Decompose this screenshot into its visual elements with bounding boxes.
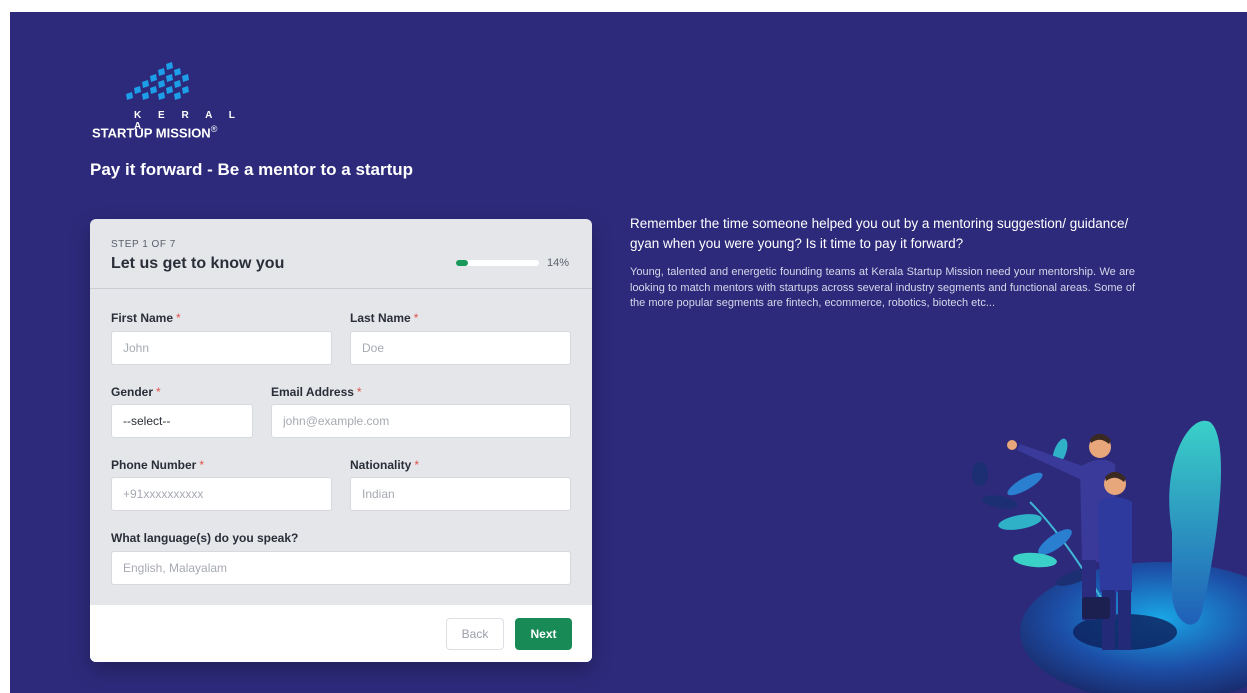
email-input[interactable] [271, 404, 571, 438]
page-background: K E R A L A STARTUP MISSION® Pay it forw… [10, 12, 1247, 693]
phone-input[interactable] [111, 477, 332, 511]
languages-input[interactable] [111, 551, 571, 585]
next-button[interactable]: Next [515, 618, 572, 650]
progress-percent: 14% [547, 257, 570, 269]
info-title: Remember the time someone helped you out… [630, 216, 1129, 251]
last-name-input[interactable] [350, 331, 571, 365]
logo-checkered-icon [126, 62, 189, 100]
email-label: Email Address * [271, 385, 362, 399]
mentor-form-card: STEP 1 OF 7 Let us get to know you 14% F… [90, 219, 592, 662]
first-name-label: First Name * [111, 311, 181, 325]
form-step-title: Let us get to know you [111, 255, 285, 272]
progress-bar [456, 260, 539, 266]
gender-label: Gender * [111, 385, 161, 399]
info-body: Young, talented and energetic founding t… [630, 266, 1135, 309]
languages-label: What language(s) do you speak? [111, 531, 299, 545]
phone-label: Phone Number * [111, 458, 205, 472]
form-card-header: STEP 1 OF 7 Let us get to know you 14% [90, 219, 592, 289]
nationality-input[interactable] [350, 477, 571, 511]
last-name-label: Last Name * [350, 311, 419, 325]
step-indicator: STEP 1 OF 7 [111, 239, 176, 250]
gender-select[interactable]: --select-- [111, 404, 253, 438]
kerala-startup-mission-logo[interactable]: K E R A L A STARTUP MISSION® [92, 62, 242, 142]
back-button[interactable]: Back [446, 618, 504, 650]
mentors-pointing-illustration [972, 420, 1247, 693]
form-card-footer: Back Next [90, 605, 592, 662]
nationality-label: Nationality * [350, 458, 420, 472]
first-name-input[interactable] [111, 331, 332, 365]
progress-bar-fill [456, 260, 468, 266]
logo-text-startup-mission: STARTUP MISSION® [92, 124, 218, 141]
page-headline: Pay it forward - Be a mentor to a startu… [90, 160, 414, 179]
